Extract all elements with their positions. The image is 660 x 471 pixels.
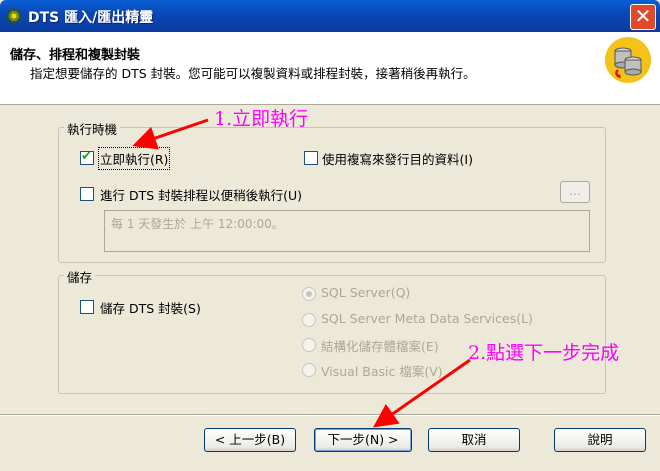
arrow-to-next-button — [373, 358, 471, 428]
annotation-step2: 2.點選下一步完成 — [468, 342, 620, 364]
arrow-to-run-now — [132, 118, 209, 150]
annotation-step1: 1.立即執行 — [214, 108, 309, 130]
annotation-arrows — [132, 118, 471, 428]
